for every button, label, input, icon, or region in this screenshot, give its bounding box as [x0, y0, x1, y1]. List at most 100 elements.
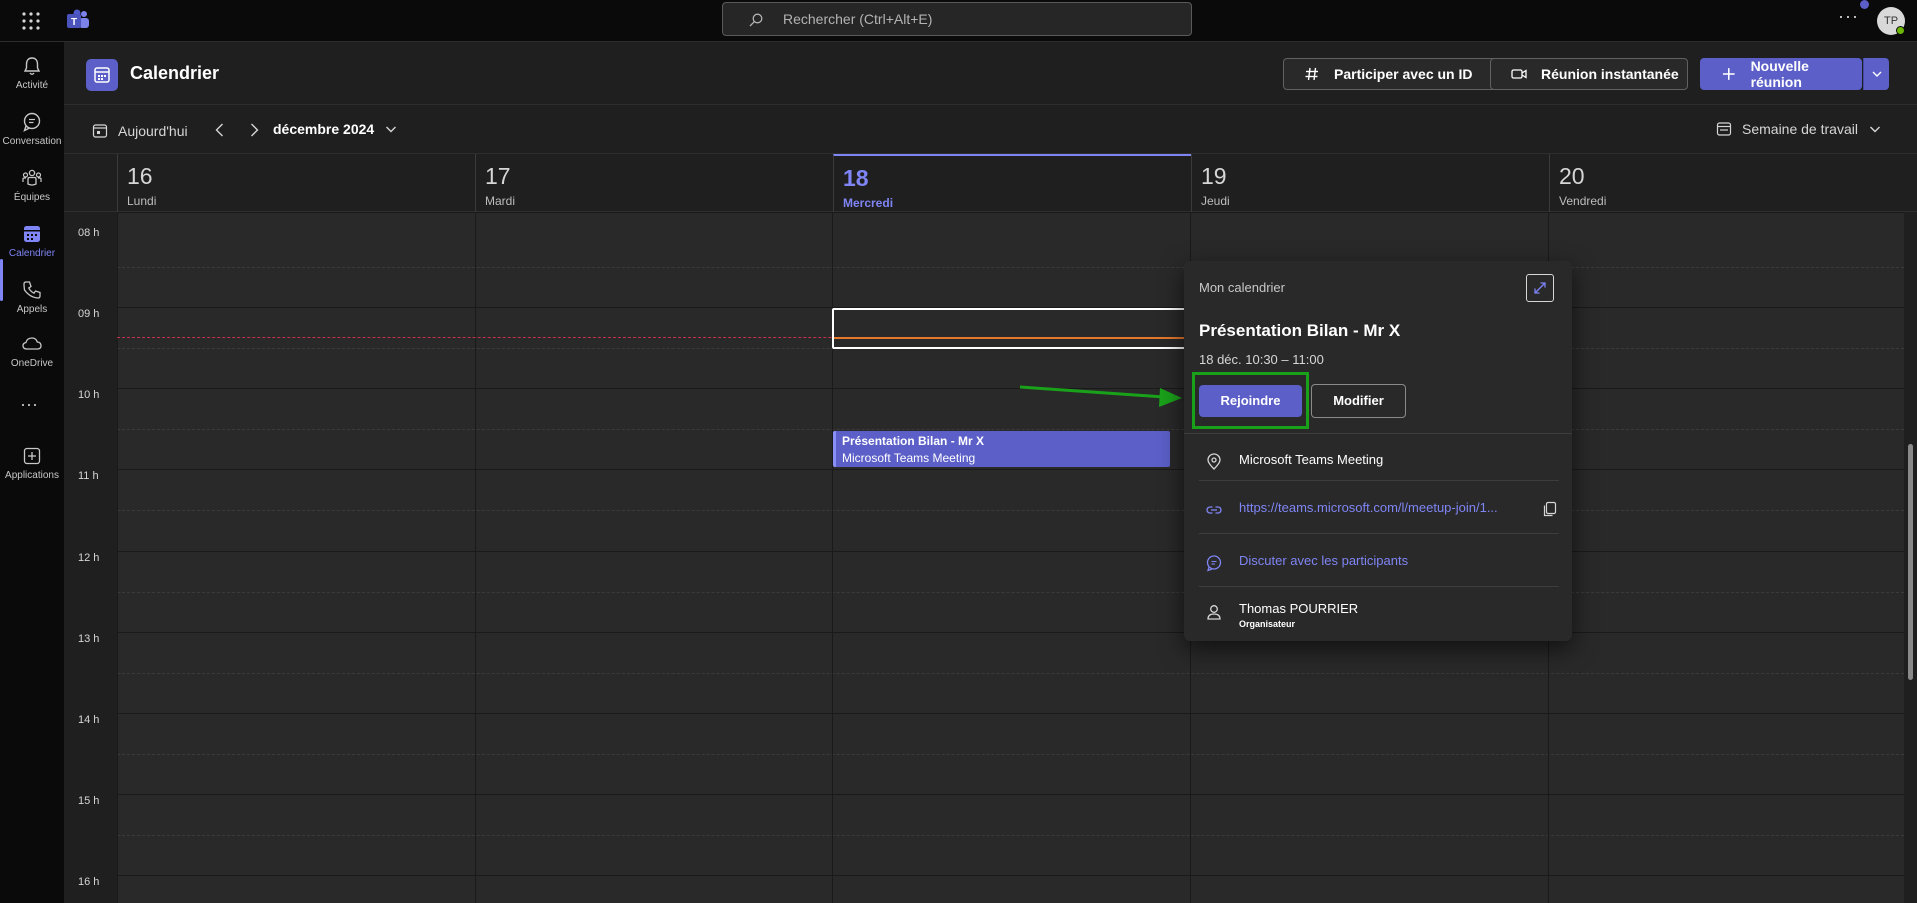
- hour-label: 16 h: [78, 876, 100, 888]
- scrollbar-thumb[interactable]: [1908, 444, 1913, 680]
- hour-label: 09 h: [78, 308, 100, 320]
- calendar-app-icon: [86, 59, 118, 91]
- day-header-friday[interactable]: 20 Vendredi: [1549, 154, 1907, 212]
- rail-item-calls[interactable]: Appels: [0, 272, 64, 326]
- event-location: Microsoft Teams Meeting: [842, 451, 976, 465]
- hour-line: [117, 713, 1904, 714]
- annotation-arrow: [1019, 385, 1182, 407]
- hour-line: [117, 794, 1904, 795]
- organizer-name: Thomas POURRIER: [1239, 601, 1359, 616]
- rail-label: Activité: [15, 80, 49, 91]
- hour-label: 08 h: [78, 227, 100, 239]
- grid-scrollbar[interactable]: [1904, 212, 1917, 903]
- location-pin-icon: [1207, 453, 1221, 470]
- expand-button[interactable]: [1526, 274, 1554, 302]
- copy-icon: [1543, 501, 1557, 517]
- next-week-button[interactable]: [244, 120, 264, 140]
- expand-icon: [1534, 282, 1546, 294]
- rail-item-conversation[interactable]: Conversation: [0, 104, 64, 158]
- meeting-location: Microsoft Teams Meeting: [1239, 452, 1384, 467]
- divider: [1199, 533, 1559, 534]
- chat-participants-row[interactable]: Discuter avec les participants: [1199, 542, 1559, 582]
- rail-item-activity[interactable]: Activité: [0, 48, 64, 102]
- chevron-down-icon: [1872, 71, 1882, 77]
- copy-link-button[interactable]: [1541, 500, 1559, 518]
- calendar-event[interactable]: Présentation Bilan - Mr X Microsoft Team…: [833, 431, 1170, 467]
- rail-label: Appels: [16, 304, 48, 315]
- selected-time-slot[interactable]: [832, 308, 1192, 349]
- calendar-grid[interactable]: 08 h 09 h 10 h 11 h 12 h 13 h 14 h 15 h …: [64, 212, 1904, 903]
- day-number: 20: [1559, 163, 1585, 189]
- hour-line: [117, 551, 1904, 552]
- meeting-link[interactable]: https://teams.microsoft.com/l/meetup-joi…: [1239, 500, 1498, 515]
- more-apps-icon[interactable]: ···: [20, 394, 38, 415]
- half-hour-line: [117, 754, 1904, 755]
- svg-text:T: T: [71, 17, 77, 28]
- previous-week-button[interactable]: [210, 120, 230, 140]
- rail-item-calendar[interactable]: Calendrier: [0, 216, 64, 270]
- join-meeting-button[interactable]: Rejoindre: [1199, 385, 1302, 417]
- meeting-title: Présentation Bilan - Mr X: [1199, 321, 1401, 340]
- chevron-right-icon: [251, 123, 259, 137]
- hour-line: [117, 875, 1904, 876]
- edit-meeting-button[interactable]: Modifier: [1311, 384, 1406, 418]
- calendar-toolbar: Aujourd'hui décembre 2024 Semaine de tra…: [64, 106, 1917, 154]
- join-with-id-button[interactable]: Participer avec un ID: [1283, 58, 1509, 90]
- event-title: Présentation Bilan - Mr X: [842, 434, 985, 448]
- rail-item-applications[interactable]: Applications: [0, 438, 64, 492]
- hour-label: 12 h: [78, 552, 100, 564]
- day-header-thursday[interactable]: 19 Jeudi: [1191, 154, 1549, 212]
- meeting-link-row: https://teams.microsoft.com/l/meetup-joi…: [1199, 489, 1559, 529]
- divider: [1199, 480, 1559, 481]
- calendar-icon: [24, 226, 40, 242]
- day-header-tuesday[interactable]: 17 Mardi: [475, 154, 833, 212]
- instant-meeting-button[interactable]: Réunion instantanée: [1490, 58, 1688, 90]
- hour-line: [117, 212, 1904, 213]
- view-label: Semaine de travail: [1742, 121, 1858, 137]
- link-icon: [1206, 506, 1222, 514]
- day-number: 18: [843, 165, 869, 191]
- day-separator: [117, 212, 118, 903]
- phone-icon: [23, 281, 41, 299]
- hour-line: [117, 469, 1904, 470]
- chat-participants-label: Discuter avec les participants: [1239, 553, 1409, 568]
- today-label: Aujourd'hui: [118, 123, 188, 139]
- app-launcher-icon[interactable]: [20, 10, 42, 32]
- divider: [1184, 433, 1572, 434]
- calendar-today-icon: [92, 124, 108, 138]
- hour-label: 10 h: [78, 389, 100, 401]
- hour-label: 15 h: [78, 795, 100, 807]
- search-placeholder: Rechercher (Ctrl+Alt+E): [783, 11, 933, 27]
- hour-label: 13 h: [78, 633, 100, 645]
- day-header-wednesday[interactable]: 18 Mercredi: [833, 154, 1191, 212]
- new-meeting-dropdown-button[interactable]: [1863, 58, 1889, 90]
- month-picker-button[interactable]: décembre 2024: [273, 121, 398, 137]
- half-hour-line: [117, 267, 1904, 268]
- half-hour-line: [117, 592, 1904, 593]
- rail-item-onedrive[interactable]: OneDrive: [0, 326, 64, 380]
- more-options-icon[interactable]: ···: [1838, 6, 1859, 27]
- view-switcher-button[interactable]: Semaine de travail: [1716, 121, 1882, 137]
- teams-logo-icon: T: [66, 8, 90, 32]
- chat-icon: [1206, 555, 1222, 572]
- rail-item-teams[interactable]: Équipes: [0, 160, 64, 214]
- new-meeting-label: Nouvelle réunion: [1750, 58, 1809, 90]
- chevron-down-icon: [386, 126, 397, 133]
- today-button[interactable]: Aujourd'hui: [92, 120, 188, 142]
- search-icon: [749, 13, 763, 27]
- chat-icon: [23, 112, 41, 132]
- instant-meeting-label: Réunion instantanée: [1541, 66, 1679, 82]
- day-name: Jeudi: [1201, 194, 1230, 208]
- plus-icon: [1722, 68, 1735, 80]
- rail-label: OneDrive: [10, 358, 54, 369]
- search-input[interactable]: Rechercher (Ctrl+Alt+E): [722, 2, 1192, 36]
- calendar-name: Mon calendrier: [1199, 280, 1285, 295]
- meeting-details-popup: Mon calendrier Présentation Bilan - Mr X…: [1184, 261, 1572, 641]
- apps-icon: [23, 447, 41, 465]
- hour-line: [117, 632, 1904, 633]
- app-rail: Activité Conversation Équipes Calendrier: [0, 42, 64, 903]
- half-hour-line: [117, 429, 1904, 430]
- calendar-view-icon: [1716, 122, 1732, 136]
- new-meeting-button[interactable]: Nouvelle réunion: [1700, 58, 1862, 90]
- day-header-monday[interactable]: 16 Lundi: [117, 154, 475, 212]
